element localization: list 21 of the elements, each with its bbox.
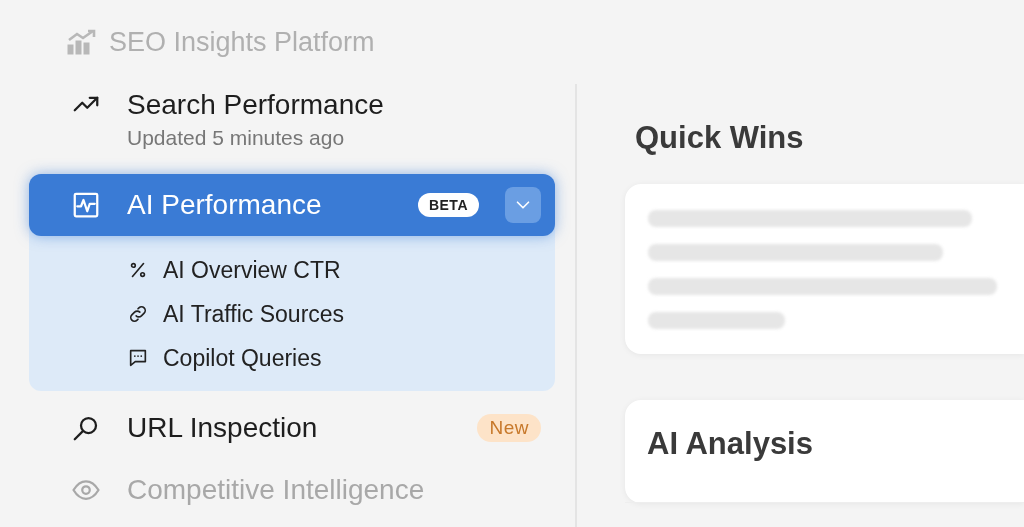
badge: BETA (417, 193, 479, 217)
bar-chart-logo-icon (67, 29, 97, 55)
nav-label: Search Performance (127, 88, 385, 122)
nav-subtitle: Updated 5 minutes ago (127, 125, 346, 150)
nav-item[interactable]: URL Inspection New (29, 397, 555, 459)
expand-toggle[interactable] (505, 187, 541, 223)
nav-label: URL Inspection (127, 411, 319, 445)
link-icon (127, 303, 149, 325)
submenu-item[interactable]: AI Traffic Sources (127, 292, 555, 336)
nav-item[interactable]: Search Performance Updated 5 minutes ago (29, 84, 555, 174)
submenu-item[interactable]: Copilot Queries (127, 336, 555, 380)
submenu-item[interactable]: AI Overview CTR (127, 248, 555, 292)
nav-item[interactable]: AI Performance BETA (29, 174, 555, 236)
nav-label: Competitive Intelligence (127, 473, 426, 507)
badge: New (477, 414, 541, 442)
card-title: AI Analysis (625, 400, 1024, 503)
chat-icon (127, 347, 149, 369)
section-title: Quick Wins (635, 120, 805, 156)
nav-label: AI Performance (127, 188, 323, 222)
pulse-chart-icon (71, 190, 101, 220)
app-title: SEO Insights Platform (109, 26, 375, 58)
